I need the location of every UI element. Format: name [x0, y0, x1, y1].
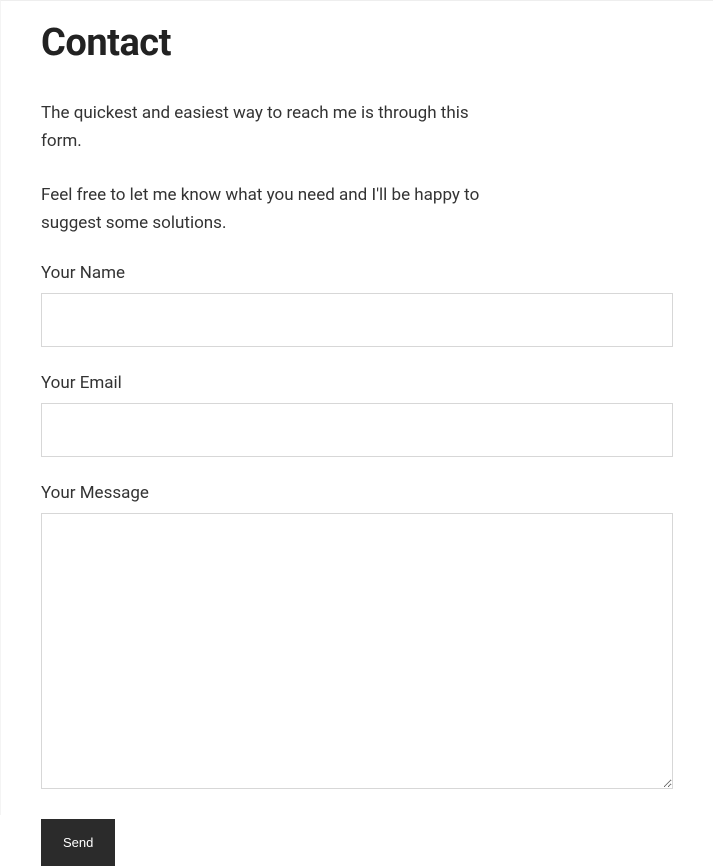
email-label: Your Email — [41, 373, 673, 393]
name-input[interactable] — [41, 293, 673, 347]
intro-paragraph-2: Feel free to let me know what you need a… — [41, 181, 501, 237]
email-input[interactable] — [41, 403, 673, 457]
page-title: Contact — [41, 21, 673, 65]
send-button[interactable]: Send — [41, 819, 115, 866]
form-group-name: Your Name — [41, 263, 673, 347]
message-input[interactable] — [41, 513, 673, 789]
intro-paragraph-1: The quickest and easiest way to reach me… — [41, 99, 501, 155]
form-group-message: Your Message — [41, 483, 673, 793]
name-label: Your Name — [41, 263, 673, 283]
message-label: Your Message — [41, 483, 673, 503]
form-group-email: Your Email — [41, 373, 673, 457]
